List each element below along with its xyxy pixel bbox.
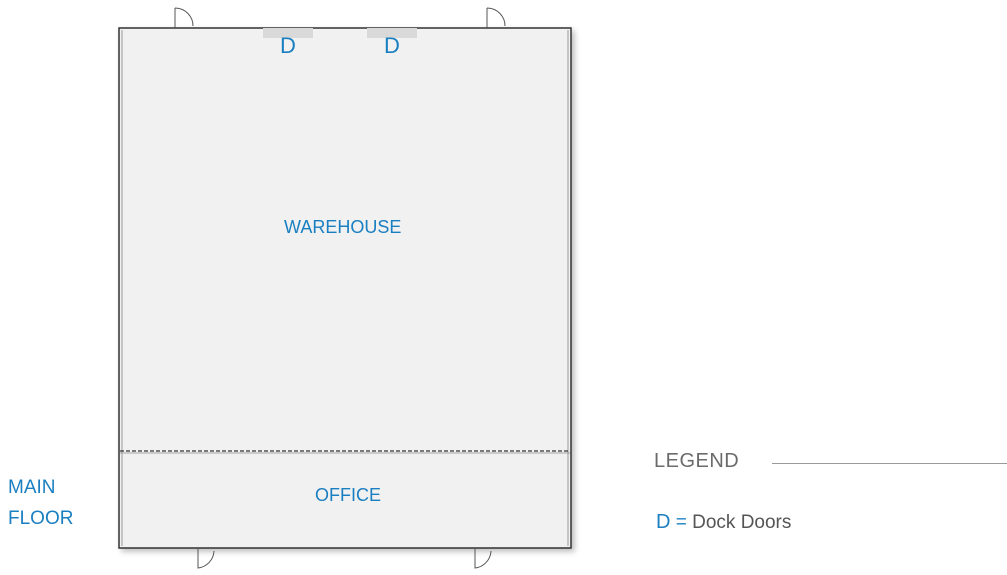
office-label: OFFICE: [315, 485, 381, 505]
door-swing-top-right-icon: [486, 7, 506, 28]
legend-title: LEGEND: [654, 450, 740, 472]
legend-equals: =: [675, 512, 687, 533]
dock-door-label-1: D: [280, 33, 296, 58]
building-outline: [118, 27, 572, 549]
floor-label-line-1: MAIN: [8, 477, 56, 498]
dock-door-label-2: D: [384, 33, 400, 58]
warehouse-label: WAREHOUSE: [284, 217, 402, 237]
legend-meaning: Dock Doors: [692, 512, 792, 533]
floor-label-line-2: FLOOR: [8, 508, 74, 529]
door-swing-bottom-right-icon: [474, 548, 492, 569]
floor-plan: [118, 7, 572, 569]
door-swing-bottom-left-icon: [197, 548, 215, 569]
legend-divider: [772, 463, 1007, 464]
floor-label: MAIN FLOOR: [8, 472, 73, 534]
legend-entry-dock-doors: D = Dock Doors: [656, 511, 791, 534]
legend-key: D: [656, 511, 671, 533]
door-swing-top-left-icon: [174, 7, 194, 28]
